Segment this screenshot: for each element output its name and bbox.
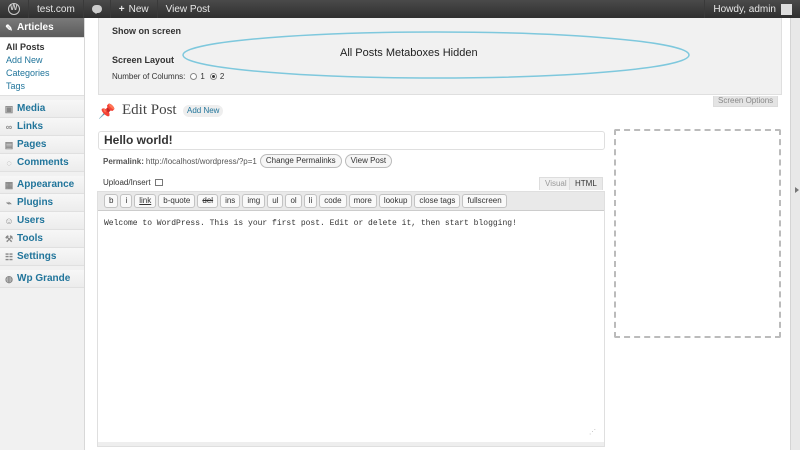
post-content-textarea[interactable]: Welcome to WordPress. This is your first… [98, 211, 604, 236]
sidebar-item-label: Users [17, 215, 45, 226]
sidebar-item-plugins[interactable]: ⌁ Plugins [0, 194, 84, 212]
sidebar-item-tools[interactable]: ⚒ Tools [0, 230, 84, 248]
permalink-url[interactable]: http://localhost/wordpress/?p=1 [146, 157, 257, 166]
resize-grip-icon[interactable]: ⋰ [589, 428, 596, 436]
wp-grande-icon: ◍ [5, 273, 13, 284]
permalink-row: Permalink: http://localhost/wordpress/?p… [103, 154, 393, 168]
change-permalinks-button[interactable]: Change Permalinks [259, 154, 342, 168]
admin-bar: test.com +New View Post Howdy, admin [0, 0, 800, 18]
sidebar-drop-zone [614, 129, 781, 338]
sidebar-item-label: Wp Grande [17, 273, 71, 284]
post-pin-icon: 📌 [98, 103, 116, 119]
sidebar-item-label: Tools [17, 233, 43, 244]
qt-fullscreen-button[interactable]: fullscreen [462, 194, 507, 208]
scroll-arrow-icon[interactable] [795, 187, 799, 193]
add-new-button[interactable]: Add New [183, 105, 224, 117]
qt-blockquote-button[interactable]: b-quote [158, 194, 196, 208]
qt-del-button[interactable]: del [197, 194, 219, 208]
annotation-label: All Posts Metaboxes Hidden [340, 47, 478, 59]
sidebar-item-appearance[interactable]: ▦ Appearance [0, 176, 84, 194]
qt-code-button[interactable]: code [319, 194, 347, 208]
qt-more-button[interactable]: more [348, 194, 377, 208]
articles-submenu: All Posts Add New Categories Tags [0, 38, 84, 96]
settings-icon: ☷ [4, 251, 14, 262]
users-icon: ☺ [4, 215, 14, 226]
view-post-label: View Post [165, 3, 210, 15]
appearance-icon: ▦ [4, 179, 14, 190]
plus-icon: + [118, 3, 125, 15]
sidebar-item-comments[interactable]: ◌ Comments [0, 154, 84, 172]
comment-bubble-icon [91, 5, 102, 14]
submenu-categories[interactable]: Categories [0, 66, 84, 79]
pages-icon: ▤ [4, 139, 14, 150]
admin-sidebar: ✎ Articles All Posts Add New Categories … [0, 18, 85, 450]
qt-link-button[interactable]: link [134, 194, 157, 208]
links-icon: ∞ [5, 121, 13, 132]
add-media-icon[interactable] [154, 179, 163, 186]
pin-icon: ✎ [5, 22, 13, 33]
sidebar-item-pages[interactable]: ▤ Pages [0, 136, 84, 154]
sidebar-item-label: Comments [17, 157, 69, 168]
sidebar-item-users[interactable]: ☺ Users [0, 212, 84, 230]
submenu-all-posts[interactable]: All Posts [0, 40, 84, 53]
sidebar-item-articles[interactable]: ✎ Articles [0, 18, 84, 38]
site-name-label: test.com [37, 3, 75, 15]
qt-bold-button[interactable]: b [104, 194, 119, 208]
plugins-icon: ⌁ [6, 197, 12, 208]
submenu-tags[interactable]: Tags [0, 79, 84, 92]
comments-link[interactable] [84, 0, 111, 18]
qt-italic-button[interactable]: i [120, 194, 133, 208]
post-title-input[interactable]: Hello world! [98, 131, 605, 150]
tab-html[interactable]: HTML [569, 177, 603, 190]
view-post-link[interactable]: View Post [158, 0, 218, 18]
sidebar-item-media[interactable]: ▣ Media [0, 100, 84, 118]
wp-logo-menu[interactable] [0, 0, 29, 18]
sidebar-item-label: Pages [17, 139, 47, 150]
screen-options-toggle[interactable]: Screen Options [713, 96, 779, 107]
sidebar-item-label: Appearance [17, 179, 75, 190]
new-content-menu[interactable]: + New [111, 0, 158, 18]
avatar [781, 3, 792, 15]
qt-li-button[interactable]: li [303, 194, 318, 208]
new-label: New [128, 3, 149, 15]
quicktags-toolbar: b i link b-quote del ins img ul ol li co… [98, 192, 604, 211]
sidebar-item-label: Links [17, 121, 44, 132]
comments-icon: ◌ [6, 157, 12, 168]
sidebar-item-settings[interactable]: ☷ Settings [0, 248, 84, 266]
columns-label: Number of Columns: [112, 72, 186, 81]
show-on-screen-heading: Show on screen [112, 26, 182, 36]
qt-ol-button[interactable]: ol [285, 194, 302, 208]
page-scrollbar[interactable] [790, 18, 800, 450]
qt-ins-button[interactable]: ins [220, 194, 241, 208]
site-name-link[interactable]: test.com [29, 0, 84, 18]
sidebar-item-label: Plugins [17, 197, 54, 208]
sidebar-item-label: Settings [17, 251, 57, 262]
permalink-label: Permalink: [103, 156, 144, 166]
qt-img-button[interactable]: img [242, 194, 266, 208]
post-editor: b i link b-quote del ins img ul ol li co… [97, 191, 605, 447]
my-account-menu[interactable]: Howdy, admin [704, 0, 800, 18]
page-title: Edit Post [122, 102, 177, 118]
upload-insert-label: Upload/Insert [103, 178, 151, 187]
qt-close-tags-button[interactable]: close tags [414, 194, 461, 208]
sidebar-item-wp-grande[interactable]: ◍ Wp Grande [0, 270, 84, 288]
submenu-add-new[interactable]: Add New [0, 53, 84, 66]
view-post-button[interactable]: View Post [344, 154, 393, 168]
upload-insert-row: Upload/Insert [103, 178, 163, 187]
sidebar-item-links[interactable]: ∞ Links [0, 118, 84, 136]
howdy-label: Howdy, admin [713, 3, 776, 15]
media-icon: ▣ [4, 103, 14, 114]
editor-footer [98, 442, 604, 446]
wordpress-logo-icon [8, 3, 20, 15]
qt-lookup-button[interactable]: lookup [378, 194, 413, 208]
qt-ul-button[interactable]: ul [267, 194, 284, 208]
tab-visual[interactable]: Visual [539, 177, 573, 190]
tools-icon: ⚒ [4, 233, 14, 244]
sidebar-item-label: Articles [17, 22, 54, 33]
sidebar-item-label: Media [17, 103, 46, 114]
screen-layout-heading: Screen Layout [112, 55, 175, 65]
